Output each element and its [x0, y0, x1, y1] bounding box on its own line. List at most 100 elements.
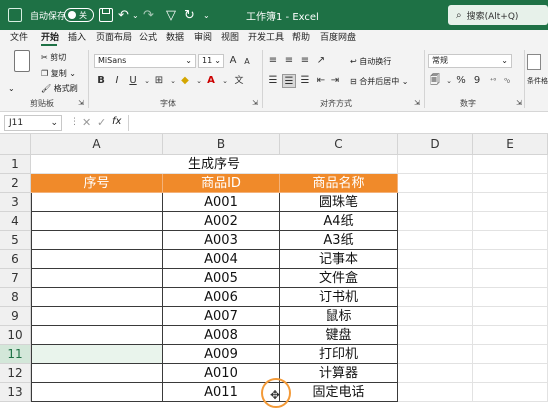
alignment-launcher-icon[interactable]: ⇲	[410, 96, 424, 110]
table-cell[interactable]: 计算器	[280, 364, 398, 383]
table-cell[interactable]: 打印机	[280, 345, 398, 364]
save-icon[interactable]	[99, 0, 113, 30]
phonetic-icon[interactable]: 文	[232, 74, 246, 88]
font-launcher-icon[interactable]: ⇲	[248, 96, 262, 110]
increase-font-button[interactable]: A	[226, 54, 240, 68]
table-cell[interactable]	[473, 212, 548, 231]
row-header-10[interactable]: 10	[0, 326, 31, 345]
paste-button[interactable]	[14, 50, 34, 80]
align-top-icon[interactable]: ≡	[266, 54, 280, 68]
header-cell[interactable]: 商品名称	[280, 174, 398, 193]
table-cell[interactable]: 订书机	[280, 288, 398, 307]
select-all-corner[interactable]	[0, 134, 31, 155]
tab-help[interactable]: 帮助	[292, 30, 310, 46]
tab-developer[interactable]: 开发工具	[248, 30, 284, 46]
decrease-font-button[interactable]: A	[240, 55, 254, 69]
header-cell[interactable]: 商品ID	[163, 174, 280, 193]
align-middle-icon[interactable]: ≡	[282, 54, 296, 68]
search-box[interactable]: ⌕ 搜索(Alt+Q)	[448, 5, 548, 25]
row-header-4[interactable]: 4	[0, 212, 31, 231]
align-left-icon[interactable]: ☰	[266, 74, 280, 88]
increase-indent-icon[interactable]: ⇥	[328, 74, 342, 88]
table-cell[interactable]: 固定电话	[280, 383, 398, 402]
table-cell[interactable]	[473, 383, 548, 402]
align-bottom-icon[interactable]: ≡	[298, 54, 312, 68]
conditional-format-button[interactable]: 条件格	[527, 54, 548, 94]
underline-button[interactable]: U	[126, 74, 140, 88]
table-cell[interactable]: A4纸	[280, 212, 398, 231]
table-cell[interactable]: A001	[163, 193, 280, 212]
font-size-select[interactable]: 11 ⌄	[198, 54, 224, 68]
cell-d2[interactable]	[398, 174, 473, 193]
table-cell[interactable]: A007	[163, 307, 280, 326]
currency-icon[interactable]: 🗐	[428, 74, 442, 88]
formula-input[interactable]	[128, 115, 544, 131]
table-cell[interactable]: 鼠标	[280, 307, 398, 326]
cut-button[interactable]: ✂ 剪切	[41, 52, 66, 63]
table-cell[interactable]: A009	[163, 345, 280, 364]
enter-icon[interactable]: ✓	[97, 116, 106, 129]
tab-baidu-netdisk[interactable]: 百度网盘	[320, 30, 356, 46]
column-header-c[interactable]: C	[280, 134, 398, 155]
table-cell[interactable]: A003	[163, 231, 280, 250]
undo-dropdown-icon[interactable]: ⌄	[132, 0, 139, 30]
paste-dropdown-icon[interactable]: ⌄	[8, 84, 15, 93]
italic-button[interactable]: I	[110, 74, 124, 88]
tab-view[interactable]: 视图	[221, 30, 239, 46]
table-cell[interactable]	[473, 269, 548, 288]
table-cell[interactable]: A3纸	[280, 231, 398, 250]
comma-icon[interactable]: 9	[470, 74, 484, 88]
decrease-indent-icon[interactable]: ⇤	[314, 74, 328, 88]
row-header-6[interactable]: 6	[0, 250, 31, 269]
font-color-dropdown-icon[interactable]: ⌄	[218, 74, 232, 88]
row-header-9[interactable]: 9	[0, 307, 31, 326]
column-header-b[interactable]: B	[163, 134, 280, 155]
table-cell[interactable]	[398, 288, 473, 307]
borders-icon[interactable]: ⊞	[152, 74, 166, 88]
name-box[interactable]: J11 ⌄	[4, 115, 62, 131]
fill-color-icon[interactable]: ◆	[178, 74, 192, 88]
table-cell[interactable]: A005	[163, 269, 280, 288]
table-cell[interactable]	[31, 269, 163, 288]
orientation-icon[interactable]: ↗	[314, 54, 328, 68]
undo-icon[interactable]: ↶	[118, 0, 129, 30]
table-cell[interactable]	[473, 326, 548, 345]
tab-insert[interactable]: 插入	[68, 30, 86, 46]
filter-icon[interactable]: ▽	[166, 0, 176, 30]
tab-file[interactable]: 文件	[10, 30, 28, 46]
table-cell[interactable]	[473, 345, 548, 364]
autosave-toggle[interactable]: 关	[64, 0, 94, 30]
table-cell[interactable]: A006	[163, 288, 280, 307]
align-right-icon[interactable]: ☰	[298, 74, 312, 88]
tab-formulas[interactable]: 公式	[139, 30, 157, 46]
table-cell[interactable]	[398, 269, 473, 288]
row-header-13[interactable]: 13	[0, 383, 31, 402]
row-header-8[interactable]: 8	[0, 288, 31, 307]
wrap-text-button[interactable]: ↩ 自动换行	[350, 56, 391, 67]
table-cell[interactable]: A008	[163, 326, 280, 345]
clipboard-launcher-icon[interactable]: ⇲	[74, 96, 88, 110]
row-header-3[interactable]: 3	[0, 193, 31, 212]
table-cell[interactable]: 圆珠笔	[280, 193, 398, 212]
table-cell[interactable]: A010	[163, 364, 280, 383]
table-cell[interactable]	[398, 250, 473, 269]
row-header-12[interactable]: 12	[0, 364, 31, 383]
column-header-a[interactable]: A	[31, 134, 163, 155]
table-cell[interactable]	[31, 193, 163, 212]
insert-function-button[interactable]: fx	[112, 116, 121, 127]
table-cell[interactable]: A002	[163, 212, 280, 231]
table-cell[interactable]	[31, 307, 163, 326]
number-format-select[interactable]: 常规 ⌄	[428, 54, 512, 68]
table-cell[interactable]	[398, 307, 473, 326]
table-cell[interactable]	[473, 307, 548, 326]
table-cell[interactable]	[398, 193, 473, 212]
table-cell[interactable]	[31, 231, 163, 250]
table-cell[interactable]	[473, 231, 548, 250]
table-cell[interactable]	[398, 383, 473, 402]
table-cell[interactable]	[473, 250, 548, 269]
cell-d1[interactable]	[398, 155, 473, 174]
table-cell[interactable]	[473, 288, 548, 307]
table-cell[interactable]	[31, 250, 163, 269]
tab-data[interactable]: 数据	[166, 30, 184, 46]
table-cell[interactable]	[31, 326, 163, 345]
